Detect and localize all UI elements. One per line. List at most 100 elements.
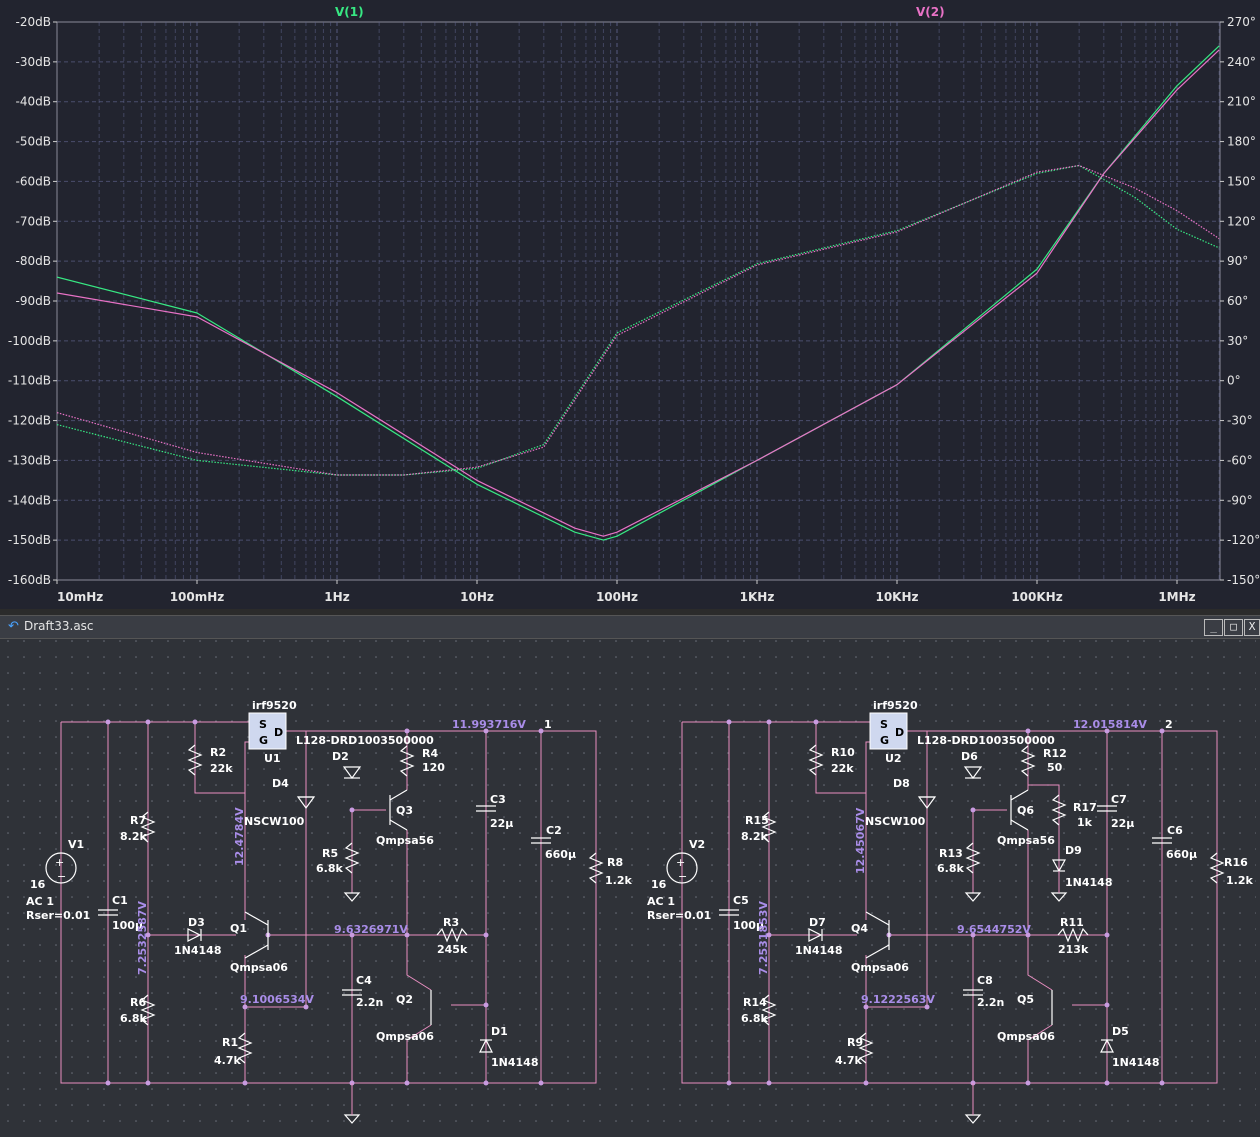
- svg-text:R13: R13: [939, 847, 963, 860]
- svg-text:1.2k: 1.2k: [605, 874, 632, 887]
- trace-label-v2[interactable]: V(2): [916, 5, 945, 19]
- svg-text:50: 50: [1047, 761, 1063, 774]
- svg-text:8.2k: 8.2k: [741, 830, 768, 843]
- svg-text:Qmpsa06: Qmpsa06: [997, 1030, 1055, 1043]
- svg-text:AC 1: AC 1: [647, 895, 675, 908]
- svg-text:16: 16: [30, 878, 46, 891]
- svg-text:L128-DRD1003500000: L128-DRD1003500000: [917, 734, 1055, 747]
- svg-text:NSCW100: NSCW100: [865, 815, 926, 828]
- svg-text:U1: U1: [264, 752, 281, 765]
- svg-text:irf9520: irf9520: [873, 699, 918, 712]
- svg-text:R6: R6: [130, 996, 146, 1009]
- svg-text:2.2n: 2.2n: [356, 996, 383, 1009]
- svg-text:12.45067V: 12.45067V: [854, 807, 867, 874]
- svg-text:1N4148: 1N4148: [795, 944, 842, 957]
- svg-text:6.8k: 6.8k: [741, 1012, 768, 1025]
- right-tick-label: -120°: [1227, 533, 1260, 547]
- schematic-app-icon: ↶: [8, 619, 19, 634]
- svg-text:1.2k: 1.2k: [1226, 874, 1253, 887]
- svg-text:Qmpsa06: Qmpsa06: [851, 961, 909, 974]
- svg-text:1N4148: 1N4148: [1112, 1056, 1159, 1069]
- left-tick-label: -140dB: [8, 493, 51, 507]
- svg-text:R5: R5: [322, 847, 338, 860]
- svg-text:C8: C8: [977, 974, 993, 987]
- left-tick-label: -90dB: [16, 294, 51, 308]
- right-tick-label: -150°: [1227, 573, 1260, 587]
- left-tick-label: -20dB: [16, 15, 51, 29]
- schematic-canvas[interactable]: +− V1 16 AC 1 Rser=0.01 irf9520 S G D U1…: [6, 639, 1256, 1135]
- left-tick-label: -150dB: [8, 533, 51, 547]
- x-tick-label: 10mHz: [57, 590, 103, 604]
- svg-text:Q2: Q2: [396, 993, 413, 1006]
- x-tick-label: 1KHz: [740, 590, 775, 604]
- right-tick-label: 30°: [1227, 334, 1248, 348]
- svg-text:22k: 22k: [831, 762, 854, 775]
- svg-text:L128-DRD1003500000: L128-DRD1003500000: [296, 734, 434, 747]
- svg-text:Rser=0.01: Rser=0.01: [647, 909, 711, 922]
- svg-text:+: +: [55, 856, 64, 869]
- left-tick-label: -80dB: [16, 254, 51, 268]
- svg-text:R2: R2: [210, 746, 226, 759]
- x-axis-ticks: 10mHz 100mHz 1Hz 10Hz 100Hz 1KHz 10KHz 100KHz 1M…: [56, 580, 1196, 604]
- svg-text:Rser=0.01: Rser=0.01: [26, 909, 90, 922]
- svg-text:C4: C4: [356, 974, 372, 987]
- left-tick-label: -30dB: [16, 55, 51, 69]
- svg-text:4.7k: 4.7k: [835, 1054, 862, 1067]
- svg-text:D2: D2: [332, 750, 349, 763]
- svg-text:R1: R1: [222, 1036, 238, 1049]
- left-tick-label: -60dB: [16, 174, 51, 188]
- svg-text:D: D: [274, 726, 283, 739]
- svg-text:R7: R7: [130, 814, 146, 827]
- svg-text:R16: R16: [1224, 856, 1248, 869]
- schematic-title-bar[interactable]: ↶ Draft33.asc _ □ X: [0, 615, 1260, 639]
- svg-text:Q6: Q6: [1017, 804, 1034, 817]
- svg-text:NSCW100: NSCW100: [244, 815, 305, 828]
- x-tick-label: 10KHz: [875, 590, 918, 604]
- svg-text:R10: R10: [831, 746, 855, 759]
- svg-text:6.8k: 6.8k: [316, 862, 343, 875]
- schematic-window[interactable]: ↶ Draft33.asc _ □ X + − V1 16 AC 1 Rser=…: [0, 615, 1260, 1137]
- waveform-plot-pane[interactable]: -20dB -30dB -40dB -50dB -60dB -70dB -80dB -90dB…: [0, 0, 1260, 609]
- svg-text:R14: R14: [743, 996, 767, 1009]
- svg-text:213k: 213k: [1058, 943, 1089, 956]
- minimize-button[interactable]: _: [1204, 619, 1223, 636]
- schematic-window-title: Draft33.asc: [24, 619, 94, 633]
- svg-text:12.015814V: 12.015814V: [1073, 718, 1147, 731]
- svg-text:22µ: 22µ: [490, 817, 513, 830]
- svg-text:C5: C5: [733, 894, 749, 907]
- right-tick-label: -30°: [1227, 414, 1253, 428]
- left-tick-label: -40dB: [16, 95, 51, 109]
- svg-text:R3: R3: [443, 916, 459, 929]
- maximize-button[interactable]: □: [1224, 619, 1243, 636]
- svg-text:−: −: [678, 870, 687, 883]
- x-tick-label: 100KHz: [1011, 590, 1062, 604]
- svg-text:D3: D3: [188, 916, 205, 929]
- svg-text:9.6544752V: 9.6544752V: [957, 923, 1031, 936]
- trace-label-v1[interactable]: V(1): [335, 5, 364, 19]
- close-button[interactable]: X: [1244, 619, 1260, 636]
- svg-text:16: 16: [651, 878, 667, 891]
- svg-text:S: S: [880, 718, 888, 731]
- bode-plot[interactable]: -20dB -30dB -40dB -50dB -60dB -70dB -80dB -90dB…: [0, 0, 1260, 609]
- svg-text:245k: 245k: [437, 943, 468, 956]
- svg-text:V2: V2: [689, 838, 705, 851]
- svg-text:−: −: [57, 870, 66, 883]
- svg-text:7.2531853V: 7.2531853V: [757, 901, 770, 975]
- left-tick-label: -120dB: [8, 414, 51, 428]
- svg-text:D8: D8: [893, 777, 910, 790]
- right-tick-label: -90°: [1227, 493, 1253, 507]
- svg-text:R9: R9: [847, 1036, 863, 1049]
- svg-text:C2: C2: [546, 824, 562, 837]
- svg-text:1k: 1k: [1077, 816, 1093, 829]
- left-tick-label: -160dB: [8, 573, 51, 587]
- left-axis-ticks: -20dB -30dB -40dB -50dB -60dB -70dB -80dB -90dB…: [8, 15, 57, 587]
- svg-text:Qmpsa56: Qmpsa56: [997, 834, 1055, 847]
- svg-text:8.2k: 8.2k: [120, 830, 147, 843]
- svg-text:11.993716V: 11.993716V: [452, 718, 526, 731]
- svg-text:2.2n: 2.2n: [977, 996, 1004, 1009]
- left-tick-label: -110dB: [8, 374, 51, 388]
- x-tick-label: 1Hz: [324, 590, 349, 604]
- left-tick-label: -130dB: [8, 453, 51, 467]
- right-tick-label: 210°: [1227, 95, 1256, 109]
- svg-text:G: G: [880, 734, 889, 747]
